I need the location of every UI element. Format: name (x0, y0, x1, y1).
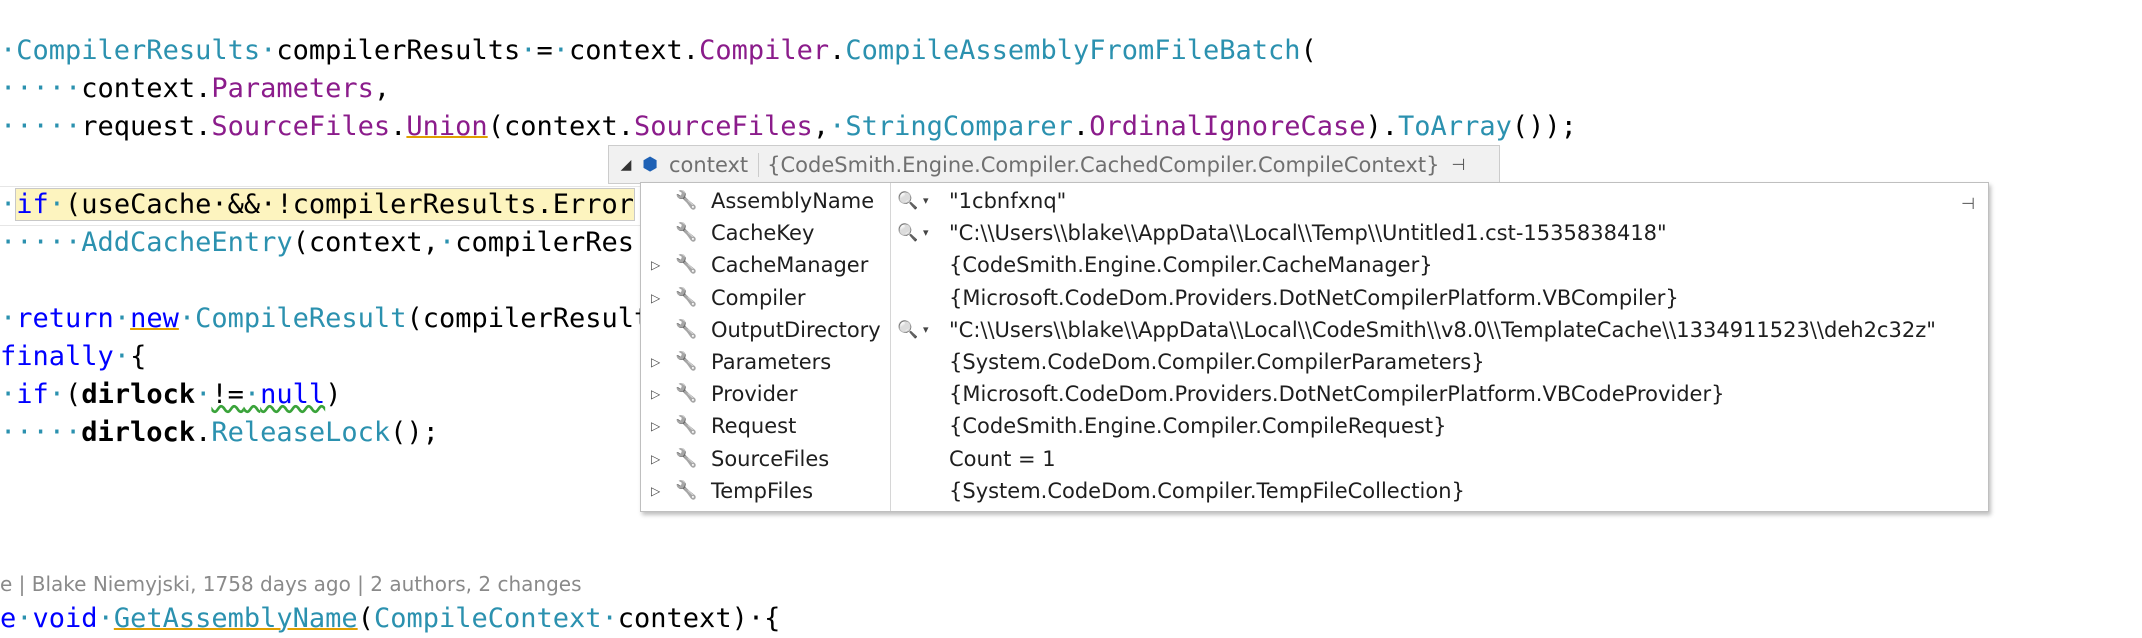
visualizer-dropdown-icon[interactable]: ▾ (923, 314, 929, 346)
property-value[interactable]: {Microsoft.CodeDom.Providers.DotNetCompi… (949, 378, 1724, 410)
datatip-row-parameters[interactable]: ▷ 🔧 Parameters {System.CodeDom.Compiler.Com… (641, 346, 1988, 378)
property-wrench-icon: 🔧 (675, 415, 698, 437)
property-wrench-icon: 🔧 (675, 447, 698, 469)
pin-icon[interactable]: ⊣ (1451, 155, 1465, 174)
property-wrench-icon: 🔧 (675, 351, 698, 372)
property-wrench-icon: 🔧 (675, 254, 698, 276)
expand-arrow-icon[interactable]: ▷ (651, 410, 667, 442)
current-statement-highlight: if·(useCache·&&·!compilerResults.Error (15, 188, 635, 221)
code-line-4[interactable]: ·if·(useCache·&&·!compilerResults.Error (0, 186, 635, 224)
code-line-8[interactable]: ·if·(dirlock·!=·null) (0, 376, 341, 414)
pin-icon[interactable]: ⊣ (1960, 187, 1976, 221)
property-value[interactable]: {CodeSmith.Engine.Compiler.CacheManager} (949, 249, 1433, 281)
property-wrench-icon: 🔧 (675, 318, 698, 340)
datatip-row-cachekey[interactable]: 🔧 CacheKey 🔍 ▾ "C:\\Users\\blake\\AppData\\L… (641, 217, 1988, 249)
datatip-header[interactable]: ◢ ⬢ context {CodeSmith.Engine.Compiler.C… (608, 145, 1500, 184)
datatip-variable-name: context (669, 152, 749, 177)
property-name: TempFiles (711, 478, 814, 503)
datatip-row-provider[interactable]: ▷ 🔧 Provider {Microsoft.CodeDom.Providers.D… (641, 378, 1988, 410)
property-name: Compiler (711, 285, 806, 310)
datatip-row-outputdirectory[interactable]: 🔧 OutputDirectory 🔍 ▾ "C:\\Users\\blake\\App… (641, 314, 1988, 346)
property-name: CacheManager (711, 253, 869, 278)
codelens-author[interactable]: Blake Niemyjski, 1758 days ago (32, 572, 351, 596)
expand-arrow-icon[interactable]: ▷ (651, 378, 667, 410)
visualizer-search-icon[interactable]: 🔍 (897, 185, 919, 217)
codelens-changes[interactable]: 2 authors, 2 changes (370, 572, 581, 596)
code-line-10[interactable]: e·void·GetAssemblyName(CompileContext·co… (0, 600, 780, 638)
code-line-6[interactable]: ·return·new·CompileResult(compilerResult (0, 300, 650, 338)
codelens-info[interactable]: e | Blake Niemyjski, 1758 days ago | 2 a… (0, 572, 582, 596)
property-value[interactable]: {Microsoft.CodeDom.Providers.DotNetCompi… (949, 282, 1679, 314)
visualizer-dropdown-icon[interactable]: ▾ (923, 185, 929, 217)
object-icon: ⬢ (642, 154, 658, 175)
visualizer-dropdown-icon[interactable]: ▾ (923, 217, 929, 249)
code-line-2[interactable]: ·····context.Parameters, (0, 70, 390, 108)
visualizer-search-icon[interactable]: 🔍 (897, 217, 919, 249)
expand-arrow-icon[interactable]: ▷ (651, 346, 667, 378)
datatip-body: 🔧 AssemblyName 🔍 ▾ "1cbnfxnq" ⊣ 🔧 CacheKey 🔍 ▾ "C:… (640, 182, 1989, 512)
datatip-row-tempfiles[interactable]: ▷ 🔧 TempFiles {System.CodeDom.Compiler.Temp… (641, 475, 1988, 507)
property-value[interactable]: {System.CodeDom.Compiler.TempFileCollect… (949, 475, 1465, 507)
property-name: OutputDirectory (711, 317, 881, 342)
datatip-row-cachemanager[interactable]: ▷ 🔧 CacheManager {CodeSmith.Engine.Compiler… (641, 249, 1988, 281)
property-name: CacheKey (711, 221, 815, 246)
property-name: Request (711, 414, 797, 439)
expand-arrow-icon[interactable]: ▷ (651, 475, 667, 507)
property-value[interactable]: "C:\\Users\\blake\\AppData\\Local\\Temp\… (949, 217, 1667, 249)
visualizer-search-icon[interactable]: 🔍 (897, 314, 919, 346)
suggestion-squiggle[interactable]: !=·null (211, 379, 325, 410)
datatip-row-request[interactable]: ▷ 🔧 Request {CodeSmith.Engine.Compiler.Comp… (641, 410, 1988, 442)
datatip-edge (1988, 182, 1999, 222)
property-name: SourceFiles (711, 446, 830, 471)
property-wrench-icon: 🔧 (675, 383, 698, 405)
property-value[interactable]: "C:\\Users\\blake\\AppData\\Local\\CodeS… (949, 314, 1936, 346)
code-line-7[interactable]: finally·{ (0, 338, 146, 376)
datatip-row-compiler[interactable]: ▷ 🔧 Compiler {Microsoft.CodeDom.Providers.D… (641, 282, 1988, 314)
code-line-5[interactable]: ·····AddCacheEntry(context,·compilerRes (0, 224, 634, 262)
property-wrench-icon: 🔧 (675, 479, 698, 501)
code-line-1[interactable]: ·CompilerResults·compilerResults·=·conte… (0, 32, 1317, 70)
property-name: Provider (711, 382, 798, 407)
collapse-arrow-icon[interactable]: ◢ (615, 157, 637, 173)
property-value[interactable]: Count = 1 (949, 443, 1056, 475)
property-wrench-icon: 🔧 (675, 222, 698, 244)
code-line-3[interactable]: ·····request.SourceFiles.Union(context.S… (0, 108, 1577, 146)
property-wrench-icon: 🔧 (675, 190, 698, 211)
property-name: Parameters (711, 350, 832, 374)
property-value[interactable]: {System.CodeDom.Compiler.CompilerParamet… (949, 346, 1485, 378)
property-value[interactable]: "1cbnfxnq" (949, 185, 1066, 217)
expand-arrow-icon[interactable]: ▷ (651, 249, 667, 281)
code-line-9[interactable]: ·····dirlock.ReleaseLock(); (0, 414, 439, 452)
property-name: AssemblyName (711, 189, 875, 213)
datatip-row-sourcefiles[interactable]: ▷ 🔧 SourceFiles Count = 1 (641, 443, 1988, 475)
expand-arrow-icon[interactable]: ▷ (651, 282, 667, 314)
datatip-variable-value[interactable]: {CodeSmith.Engine.Compiler.CachedCompile… (758, 152, 1439, 177)
property-value[interactable]: {CodeSmith.Engine.Compiler.CompileReques… (949, 410, 1446, 442)
property-wrench-icon: 🔧 (675, 286, 698, 308)
expand-arrow-icon[interactable]: ▷ (651, 443, 667, 475)
datatip-row-assemblyname[interactable]: 🔧 AssemblyName 🔍 ▾ "1cbnfxnq" ⊣ (641, 185, 1988, 217)
